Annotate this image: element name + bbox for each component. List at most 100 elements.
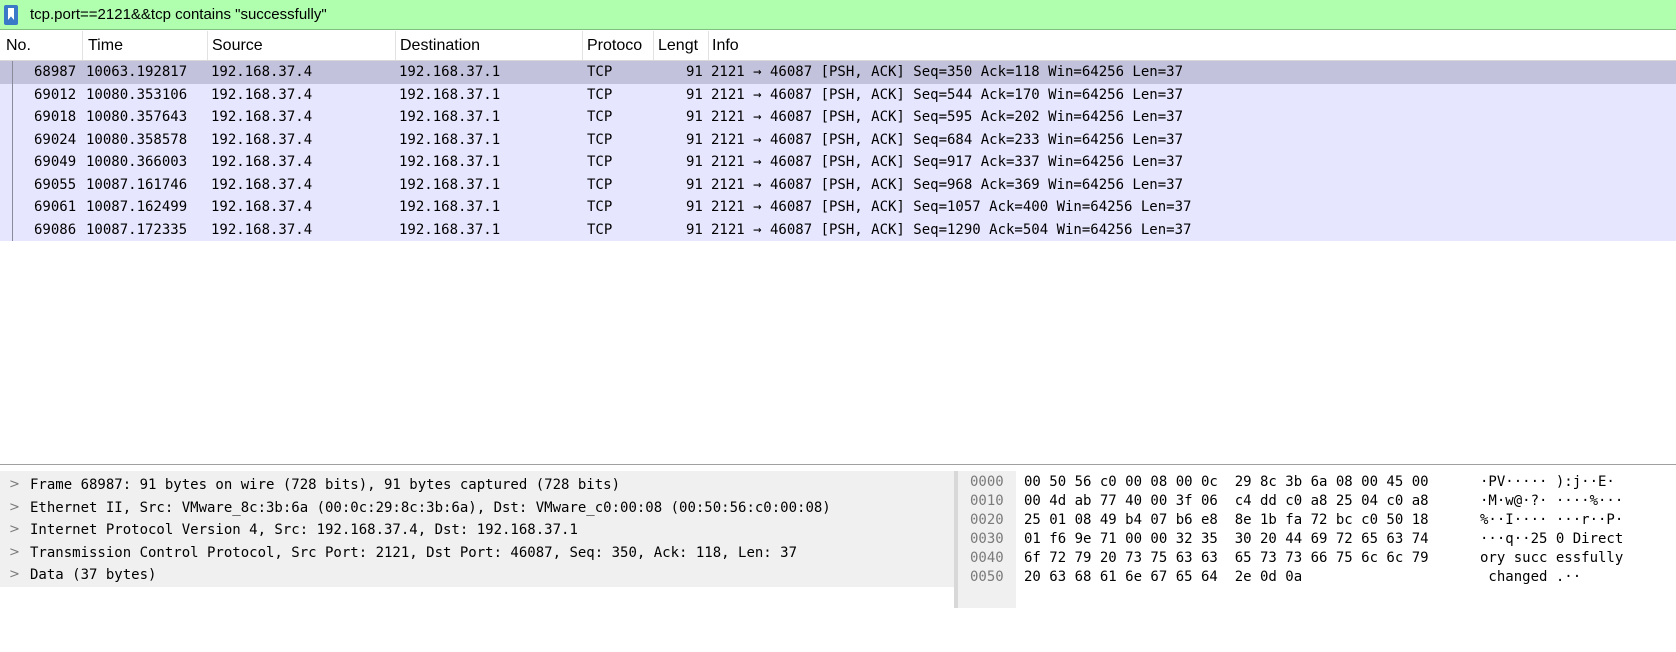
packet-list[interactable]: 68987 10063.192817 192.168.37.4 192.168.… xyxy=(0,61,1676,465)
column-header-info[interactable]: Info xyxy=(712,37,912,55)
packet-destination: 192.168.37.1 xyxy=(399,109,501,125)
packet-info: 2121 → 46087 [PSH, ACK] Seq=684 Ack=233 … xyxy=(711,131,1184,148)
hex-offset: 0000 xyxy=(970,474,1004,490)
hex-bytes[interactable]: 01 f6 9e 71 00 00 32 35 30 20 44 69 72 6… xyxy=(1024,530,1429,549)
packet-row[interactable]: 69086 10087.172335 192.168.37.4 192.168.… xyxy=(0,218,1676,241)
packet-protocol: TCP xyxy=(587,176,613,193)
chevron-right-icon[interactable]: > xyxy=(9,497,20,519)
packet-info: 2121 → 46087 [PSH, ACK] Seq=544 Ack=170 … xyxy=(711,86,1184,103)
packet-info: 2121 → 46087 [PSH, ACK] Seq=1290 Ack=504… xyxy=(711,221,1192,238)
packet-source: 192.168.37.4 xyxy=(211,154,313,170)
packet-no: 69012 xyxy=(34,86,77,103)
tree-item-tcp[interactable]: > Transmission Control Protocol, Src Por… xyxy=(0,542,954,564)
packet-time: 10080.358578 xyxy=(86,131,188,148)
bookmark-icon[interactable] xyxy=(4,5,18,25)
hex-bytes[interactable]: 00 50 56 c0 00 08 00 0c 29 8c 3b 6a 08 0… xyxy=(1024,473,1429,492)
hex-ascii[interactable]: %··I···· ···r··P· xyxy=(1480,511,1623,530)
packet-list-header: No. Time Source Destination Protoco Leng… xyxy=(0,31,1676,61)
packet-destination: 192.168.37.1 xyxy=(399,131,501,148)
packet-time: 10080.357643 xyxy=(86,109,188,125)
packet-destination: 192.168.37.1 xyxy=(399,199,501,215)
packet-info: 2121 → 46087 [PSH, ACK] Seq=917 Ack=337 … xyxy=(711,154,1184,170)
packet-info: 2121 → 46087 [PSH, ACK] Seq=1057 Ack=400… xyxy=(711,199,1192,215)
packet-length: 91 xyxy=(686,64,703,80)
packet-row[interactable]: 69024 10080.358578 192.168.37.4 192.168.… xyxy=(0,128,1676,151)
packet-row[interactable]: 69055 10087.161746 192.168.37.4 192.168.… xyxy=(0,173,1676,196)
display-filter-input[interactable]: tcp.port==2121&&tcp contains "successful… xyxy=(30,6,327,24)
packet-time: 10080.366003 xyxy=(86,154,188,170)
packet-destination: 192.168.37.1 xyxy=(399,64,501,80)
hex-ascii[interactable]: changed .·· xyxy=(1480,568,1581,587)
column-separator[interactable] xyxy=(653,31,654,60)
packet-row[interactable]: 69018 10080.357643 192.168.37.4 192.168.… xyxy=(0,106,1676,129)
packet-length: 91 xyxy=(686,86,703,103)
packet-source: 192.168.37.4 xyxy=(211,109,313,125)
tree-item-data[interactable]: > Data (37 bytes) xyxy=(0,564,954,586)
hex-ascii[interactable]: ···q··25 0 Direct xyxy=(1480,530,1623,549)
packet-row[interactable]: 69061 10087.162499 192.168.37.4 192.168.… xyxy=(0,196,1676,219)
packet-time: 10087.172335 xyxy=(86,221,188,238)
hex-bytes[interactable]: 00 4d ab 77 40 00 3f 06 c4 dd c0 a8 25 0… xyxy=(1024,492,1429,511)
column-header-time[interactable]: Time xyxy=(88,37,202,55)
hex-offset: 0020 xyxy=(970,512,1004,528)
column-separator[interactable] xyxy=(82,31,83,60)
packet-destination: 192.168.37.1 xyxy=(399,176,501,193)
column-separator[interactable] xyxy=(582,31,583,60)
hex-ascii[interactable]: ·M·w@·?· ····%··· xyxy=(1480,492,1623,511)
packet-info: 2121 → 46087 [PSH, ACK] Seq=968 Ack=369 … xyxy=(711,176,1184,193)
packet-length: 91 xyxy=(686,131,703,148)
packet-source: 192.168.37.4 xyxy=(211,221,313,238)
packet-length: 91 xyxy=(686,154,703,170)
packet-row[interactable]: 69012 10080.353106 192.168.37.4 192.168.… xyxy=(0,83,1676,106)
column-separator[interactable] xyxy=(395,31,396,60)
packet-no: 69055 xyxy=(34,176,77,193)
hex-offset: 0050 xyxy=(970,569,1004,585)
packet-length: 91 xyxy=(686,109,703,125)
column-header-destination[interactable]: Destination xyxy=(400,37,580,55)
tree-item-ethernet[interactable]: > Ethernet II, Src: VMware_8c:3b:6a (00:… xyxy=(0,497,954,519)
chevron-right-icon[interactable]: > xyxy=(9,542,20,564)
packet-source: 192.168.37.4 xyxy=(211,176,313,193)
column-header-length[interactable]: Lengt xyxy=(658,37,708,55)
packet-length: 91 xyxy=(686,199,703,215)
column-header-protocol[interactable]: Protoco xyxy=(587,37,653,55)
packet-protocol: TCP xyxy=(587,64,613,80)
hex-ascii[interactable]: ory succ essfully xyxy=(1480,549,1623,568)
packet-no: 69018 xyxy=(34,109,77,125)
packet-protocol: TCP xyxy=(587,109,613,125)
chevron-right-icon[interactable]: > xyxy=(9,519,20,541)
column-header-source[interactable]: Source xyxy=(212,37,392,55)
packet-source: 192.168.37.4 xyxy=(211,199,313,215)
packet-source: 192.168.37.4 xyxy=(211,86,313,103)
column-header-no[interactable]: No. xyxy=(6,37,76,55)
packet-protocol: TCP xyxy=(587,221,613,238)
packet-time: 10080.353106 xyxy=(86,86,188,103)
packet-info: 2121 → 46087 [PSH, ACK] Seq=350 Ack=118 … xyxy=(711,64,1184,80)
chevron-right-icon[interactable]: > xyxy=(9,564,20,586)
packet-protocol: TCP xyxy=(587,131,613,148)
hex-bytes[interactable]: 6f 72 79 20 73 75 63 63 65 73 73 66 75 6… xyxy=(1024,549,1429,568)
packet-destination: 192.168.37.1 xyxy=(399,86,501,103)
packet-no: 69061 xyxy=(34,199,77,215)
hex-offset: 0030 xyxy=(970,531,1004,547)
packet-destination: 192.168.37.1 xyxy=(399,221,501,238)
packet-no: 69024 xyxy=(34,131,77,148)
tree-item-ip[interactable]: > Internet Protocol Version 4, Src: 192.… xyxy=(0,519,954,541)
packet-protocol: TCP xyxy=(587,199,613,215)
packet-no: 69086 xyxy=(34,221,77,238)
packet-time: 10087.161746 xyxy=(86,176,188,193)
hex-offset: 0040 xyxy=(970,550,1004,566)
hex-bytes[interactable]: 20 63 68 61 6e 67 65 64 2e 0d 0a xyxy=(1024,568,1302,587)
packet-row-selected[interactable]: 68987 10063.192817 192.168.37.4 192.168.… xyxy=(0,61,1676,84)
packet-time: 10087.162499 xyxy=(86,199,188,215)
packet-row[interactable]: 69049 10080.366003 192.168.37.4 192.168.… xyxy=(0,151,1676,174)
packet-bytes-pane[interactable]: 0000 00 50 56 c0 00 08 00 0c 29 8c 3b 6a… xyxy=(958,471,1676,608)
hex-bytes[interactable]: 25 01 08 49 b4 07 b6 e8 8e 1b fa 72 bc c… xyxy=(1024,511,1429,530)
hex-ascii[interactable]: ·PV····· ):j··E· xyxy=(1480,473,1615,492)
column-separator[interactable] xyxy=(207,31,208,60)
chevron-right-icon[interactable]: > xyxy=(9,474,20,496)
tree-item-frame[interactable]: > Frame 68987: 91 bytes on wire (728 bit… xyxy=(0,474,954,496)
packet-details-pane[interactable]: > Frame 68987: 91 bytes on wire (728 bit… xyxy=(0,471,954,587)
column-separator[interactable] xyxy=(708,31,709,60)
packet-length: 91 xyxy=(686,176,703,193)
